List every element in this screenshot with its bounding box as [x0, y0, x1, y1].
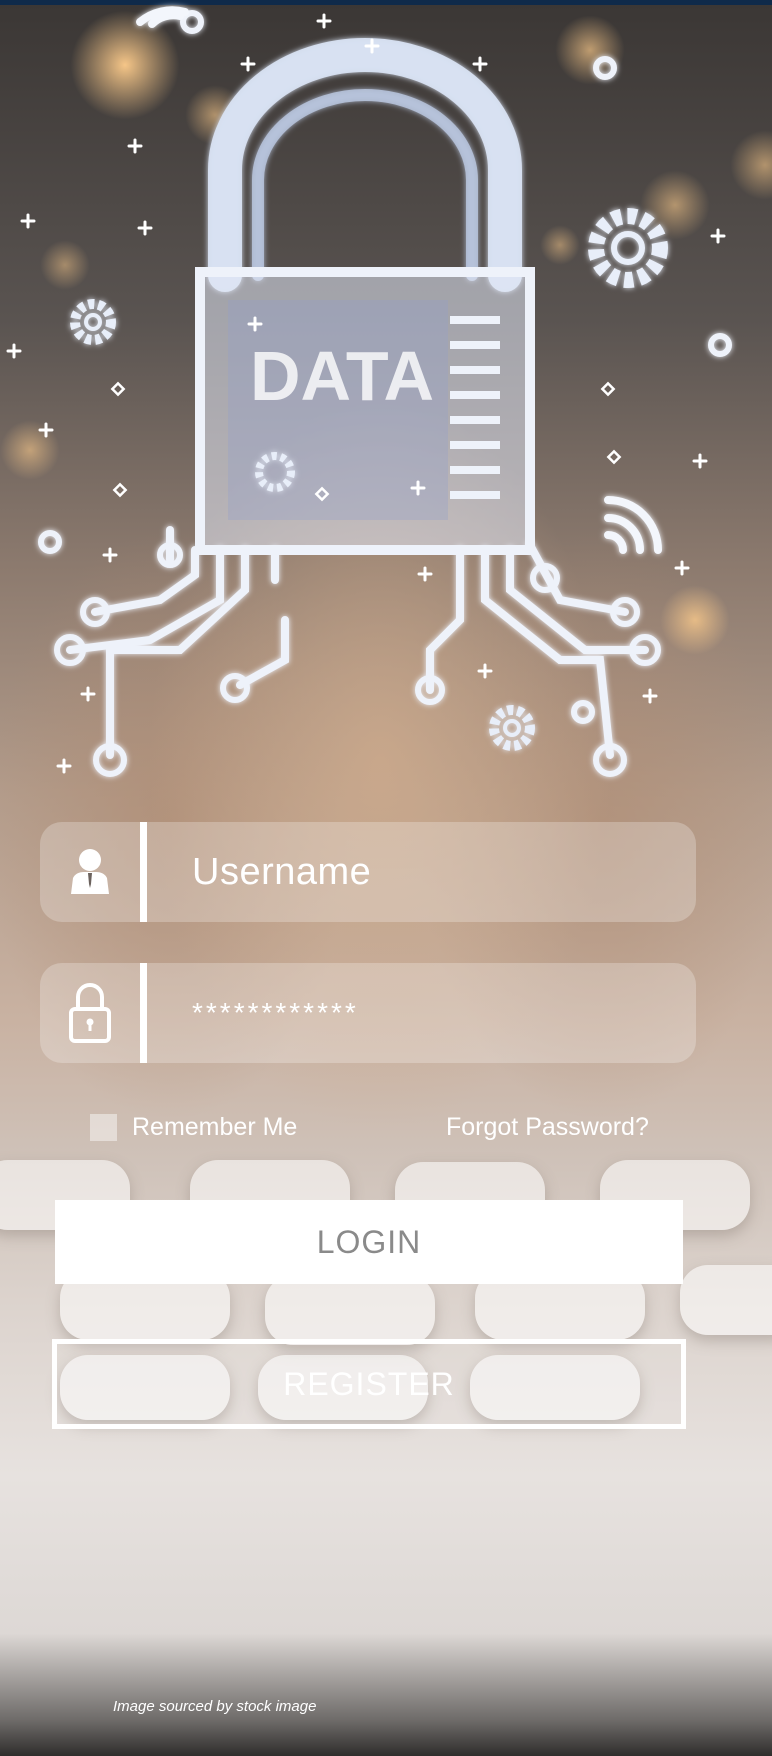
username-field[interactable]: Username: [40, 822, 696, 922]
lock-data-label: DATA: [250, 337, 434, 415]
remember-me-checkbox[interactable]: [90, 1113, 117, 1141]
image-credit: Image sourced by stock image: [113, 1698, 317, 1715]
user-icon: [40, 822, 140, 922]
lock-icon: [40, 963, 140, 1063]
remember-me-label: Remember Me: [132, 1112, 298, 1141]
password-input[interactable]: ************: [192, 963, 359, 1063]
username-input[interactable]: Username: [192, 822, 371, 922]
register-button[interactable]: REGISTER: [52, 1339, 686, 1429]
field-separator: [140, 822, 147, 922]
forgot-password-link[interactable]: Forgot Password?: [446, 1112, 649, 1142]
login-button[interactable]: LOGIN: [55, 1200, 683, 1284]
field-separator: [140, 963, 147, 1063]
remember-me-toggle[interactable]: Remember Me: [90, 1112, 297, 1142]
data-padlock-graphic: DATA: [6, 6, 732, 777]
password-field[interactable]: ************: [40, 963, 696, 1063]
